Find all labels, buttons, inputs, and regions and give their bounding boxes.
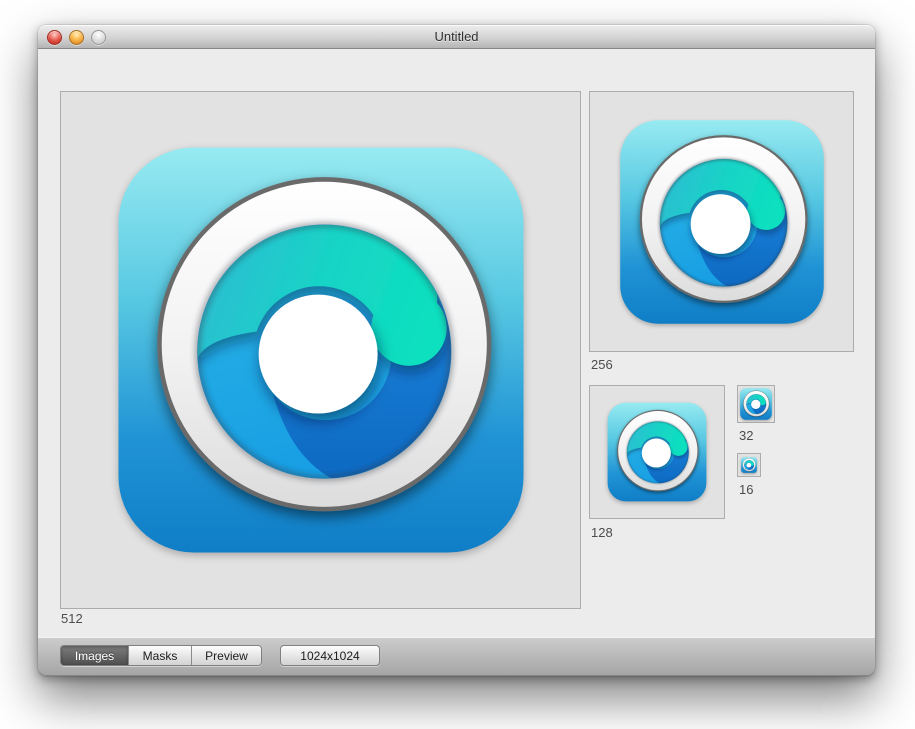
icon-slot-128[interactable] [589,385,725,519]
window-title: Untitled [38,25,875,48]
app-icon-32 [740,388,772,420]
size-label-512: 512 [61,611,83,626]
content-area: 512 256 128 32 [38,49,875,638]
size-label-128: 128 [591,525,613,540]
app-icon-256 [619,119,825,325]
app-icon-16 [741,457,757,473]
icon-slot-256[interactable] [589,91,854,352]
screen: Untitled 512 256 128 [0,0,915,729]
size-label-16: 16 [739,482,753,497]
tab-masks[interactable]: Masks [128,646,191,665]
icon-slot-16[interactable] [737,453,761,477]
view-segmented-control: Images Masks Preview [60,645,262,666]
icon-slot-32[interactable] [737,385,775,423]
tab-preview[interactable]: Preview [191,646,261,665]
size-label-32: 32 [739,428,753,443]
size-label-256: 256 [591,357,613,372]
tab-images[interactable]: Images [61,646,128,665]
app-icon-512 [116,145,526,555]
icon-slot-512[interactable] [60,91,581,609]
app-window: Untitled 512 256 128 [38,25,875,676]
bottom-toolbar: Images Masks Preview 1024x1024 [38,637,875,676]
title-bar[interactable]: Untitled [38,25,875,49]
app-icon-128 [607,402,707,502]
resolution-button[interactable]: 1024x1024 [280,645,380,666]
